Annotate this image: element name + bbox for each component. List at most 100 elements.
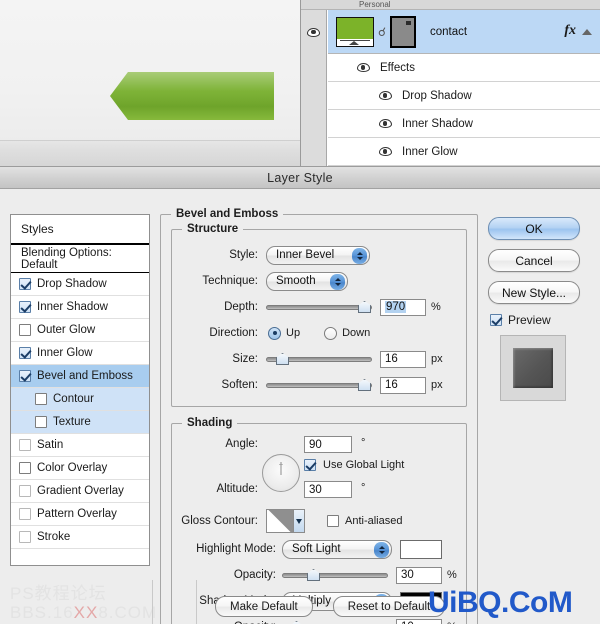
style-item-inner-glow[interactable]: Inner Glow: [11, 342, 149, 365]
style-select[interactable]: Inner Bevel: [266, 245, 370, 265]
depth-label: Depth:: [224, 301, 258, 313]
chevron-updown-icon[interactable]: [330, 274, 345, 290]
highlight-color-swatch[interactable]: [400, 539, 442, 559]
checkbox-icon[interactable]: [19, 278, 31, 290]
checkbox-icon[interactable]: [19, 301, 31, 313]
checkbox-icon[interactable]: [19, 347, 31, 359]
new-style-button[interactable]: New Style...: [488, 281, 580, 304]
direction-down-radio[interactable]: [324, 326, 338, 340]
style-item-satin[interactable]: Satin: [11, 434, 149, 457]
style-item-drop-shadow[interactable]: Drop Shadow: [11, 273, 149, 296]
style-item-label: Inner Shadow: [37, 301, 108, 313]
checkbox-icon[interactable]: [19, 324, 31, 336]
checkbox-icon[interactable]: [35, 416, 47, 428]
style-item-inner-shadow[interactable]: Inner Shadow: [11, 296, 149, 319]
checkbox-icon[interactable]: [19, 370, 31, 382]
effects-visibility-toggle[interactable]: [350, 63, 376, 72]
altitude-label: Altitude:: [216, 483, 258, 495]
highlight-mode-select[interactable]: Soft Light: [282, 539, 392, 559]
use-global-light-checkbox[interactable]: [304, 459, 316, 471]
depth-slider[interactable]: [266, 300, 372, 314]
watermark-left: PS教程论坛 BBS.16XX8.COM: [10, 584, 157, 622]
layer-thumbnail[interactable]: [336, 16, 374, 47]
layer-mask-thumbnail[interactable]: [390, 15, 416, 48]
slider-thumb[interactable]: [276, 353, 289, 365]
style-item-pattern-overlay[interactable]: Pattern Overlay: [11, 503, 149, 526]
ok-button[interactable]: OK: [488, 217, 580, 240]
gloss-contour-picker[interactable]: [266, 509, 305, 533]
layer-group-row[interactable]: Personal: [301, 0, 600, 10]
size-label: Size:: [232, 353, 258, 365]
depth-input[interactable]: 970: [380, 298, 426, 316]
eye-icon: [378, 119, 392, 128]
dialog-footer-actions: Make Default Reset to Default: [215, 596, 446, 617]
altitude-input[interactable]: 30: [304, 481, 352, 498]
slider-track: [282, 573, 388, 578]
document-canvas[interactable]: [0, 0, 300, 166]
highlight-opacity-input[interactable]: 30: [396, 566, 442, 584]
effect-row-drop-shadow[interactable]: Drop Shadow: [328, 82, 600, 110]
style-item-gradient-overlay[interactable]: Gradient Overlay: [11, 480, 149, 503]
style-item-stroke[interactable]: Stroke: [11, 526, 149, 549]
checkbox-icon[interactable]: [35, 393, 47, 405]
layer-name[interactable]: contact: [430, 26, 467, 38]
slider-thumb[interactable]: [307, 569, 320, 581]
divider-line-right: [196, 580, 197, 624]
size-slider[interactable]: [266, 352, 372, 366]
bevel-emboss-group: Bevel and Emboss Structure Style: Inner …: [160, 208, 478, 624]
checkbox-icon[interactable]: [19, 462, 31, 474]
cancel-button[interactable]: Cancel: [488, 249, 580, 272]
blending-options-item[interactable]: Blending Options: Default: [11, 245, 149, 273]
checkbox-icon[interactable]: [19, 531, 31, 543]
checkbox-icon[interactable]: [19, 485, 31, 497]
style-item-texture[interactable]: Texture: [11, 411, 149, 434]
blending-options-label: Blending Options: Default: [21, 246, 112, 271]
checkbox-icon[interactable]: [490, 314, 502, 326]
styles-list-box[interactable]: Styles Blending Options: Default Drop Sh…: [10, 214, 150, 566]
layers-panel[interactable]: Personal ☌ contact fx Effects Drop Shado…: [300, 0, 600, 166]
style-item-color-overlay[interactable]: Color Overlay: [11, 457, 149, 480]
shadow-opacity-slider[interactable]: [282, 620, 388, 624]
watermark-left-line2-b: 8.COM: [98, 603, 158, 622]
green-arrow-shape[interactable]: [110, 72, 274, 120]
angle-input[interactable]: 90: [304, 436, 352, 453]
effect-visibility-toggle[interactable]: [372, 147, 398, 156]
effect-visibility-toggle[interactable]: [372, 91, 398, 100]
slider-thumb[interactable]: [358, 301, 371, 313]
layer-visibility-toggle[interactable]: [301, 10, 327, 54]
style-item-outer-glow[interactable]: Outer Glow: [11, 319, 149, 342]
layers-list[interactable]: ☌ contact fx Effects Drop Shadow Inner S…: [301, 10, 600, 166]
technique-select[interactable]: Smooth: [266, 271, 348, 291]
chevron-updown-icon[interactable]: [374, 542, 389, 558]
slider-thumb[interactable]: [358, 379, 371, 391]
anti-aliased-checkbox[interactable]: [327, 515, 339, 527]
styles-column: Styles Blending Options: Default Drop Sh…: [10, 214, 150, 566]
style-item-bevel-and-emboss[interactable]: Bevel and Emboss: [11, 365, 149, 388]
highlight-opacity-slider[interactable]: [282, 568, 388, 582]
angle-dial[interactable]: +: [262, 454, 300, 492]
soften-slider[interactable]: [266, 378, 372, 392]
make-default-button[interactable]: Make Default: [215, 596, 313, 617]
checkbox-icon[interactable]: [19, 508, 31, 520]
checkbox-icon[interactable]: [19, 439, 31, 451]
styles-header[interactable]: Styles: [11, 215, 149, 245]
preview-toggle[interactable]: Preview: [490, 313, 588, 327]
chevron-updown-icon[interactable]: [352, 248, 367, 264]
size-input[interactable]: 16: [380, 350, 426, 368]
effect-row-inner-shadow[interactable]: Inner Shadow: [328, 110, 600, 138]
dialog-titlebar[interactable]: Layer Style: [0, 167, 600, 189]
chevron-up-icon[interactable]: [582, 29, 592, 35]
link-mask-icon[interactable]: ☌: [377, 25, 387, 39]
fx-icon[interactable]: fx: [564, 23, 576, 39]
direction-up-radio[interactable]: [268, 326, 281, 340]
effects-header-row[interactable]: Effects: [328, 54, 600, 82]
slider-track: [266, 305, 372, 310]
soften-input[interactable]: 16: [380, 376, 426, 394]
effect-visibility-toggle[interactable]: [372, 119, 398, 128]
angle-label: Angle:: [225, 438, 258, 450]
chevron-down-icon[interactable]: [293, 510, 304, 532]
style-item-contour[interactable]: Contour: [11, 388, 149, 411]
soften-value: 16: [385, 379, 398, 391]
layer-row-contact[interactable]: ☌ contact fx: [301, 10, 600, 54]
effect-row-inner-glow[interactable]: Inner Glow: [328, 138, 600, 166]
